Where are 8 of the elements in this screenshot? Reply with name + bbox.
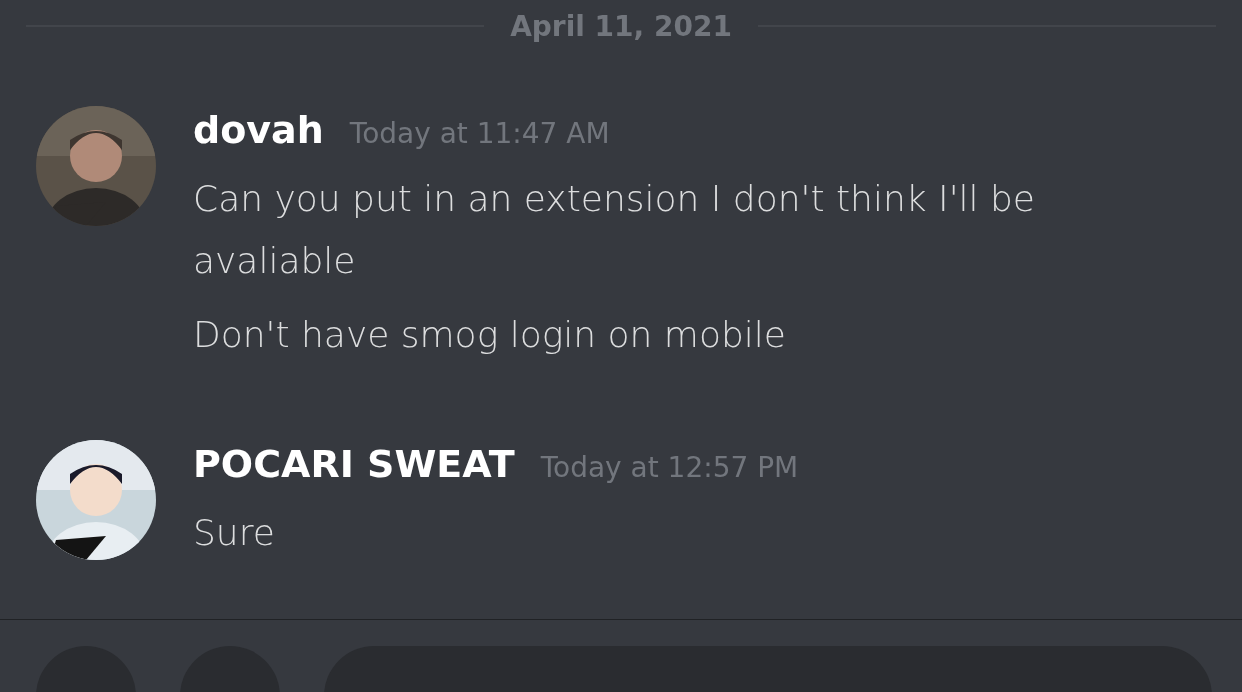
message-text: Can you put in an extension I don't think I'll be avaliable [193, 177, 1036, 283]
date-divider: April 11, 2021 [510, 9, 732, 43]
message-text: Don't have smog login on mobile [193, 313, 787, 357]
username[interactable]: dovah [193, 108, 324, 152]
timestamp: Today at 11:47 AM [349, 117, 610, 150]
message-text: Sure [193, 511, 276, 555]
timestamp: Today at 12:57 PM [540, 451, 799, 484]
username[interactable]: POCARI SWEAT [193, 442, 515, 486]
